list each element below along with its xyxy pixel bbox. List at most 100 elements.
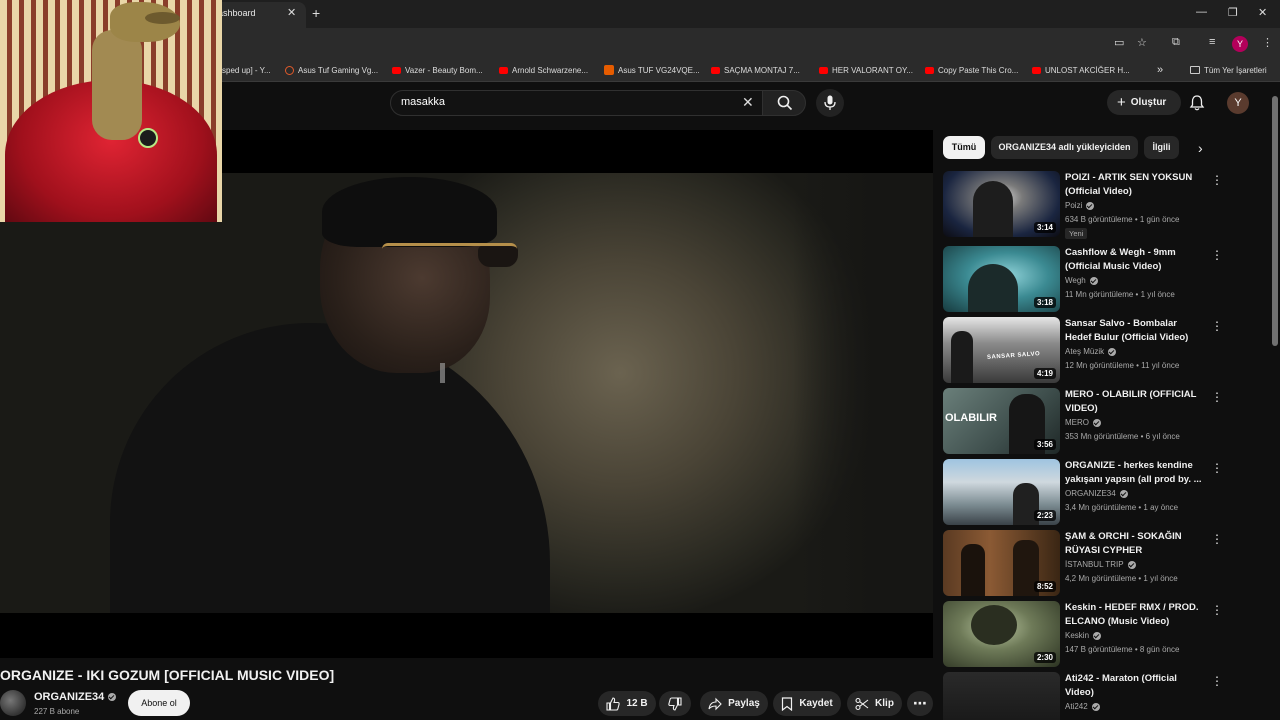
create-button[interactable]: + Oluştur bbox=[1107, 90, 1181, 115]
channel-avatar[interactable] bbox=[0, 690, 26, 716]
recommendation-channel[interactable]: İSTANBUL TRIP bbox=[1065, 560, 1136, 569]
bookmark-star-icon[interactable]: ☆ bbox=[1137, 36, 1147, 49]
video-thumbnail[interactable]: 3:14 bbox=[943, 171, 1060, 237]
recommendation-meta: 4,2 Mn görüntüleme • 1 yıl önce bbox=[1065, 574, 1178, 583]
clip-button[interactable]: Klip bbox=[847, 691, 902, 716]
recommendation-title[interactable]: ŞAM & ORCHI - SOKAĞIN RÜYASI CYPHER bbox=[1065, 530, 1205, 558]
recommendation-title[interactable]: POIZI - ARTIK SEN YOKSUN (Official Video… bbox=[1065, 171, 1205, 199]
recommendation-channel[interactable]: ORGANIZE34 bbox=[1065, 489, 1128, 498]
thumbs-up-icon bbox=[606, 696, 621, 711]
recommendation-title[interactable]: Cashflow & Wegh - 9mm (Official Music Vi… bbox=[1065, 246, 1205, 274]
browser-profile-avatar[interactable]: Y bbox=[1232, 36, 1248, 52]
chip-all[interactable]: Tümü bbox=[943, 136, 985, 159]
window-close-icon[interactable]: ✕ bbox=[1258, 6, 1267, 19]
bookmark-item[interactable]: Copy Paste This Cro... bbox=[925, 63, 1018, 77]
voice-search-button[interactable] bbox=[816, 89, 844, 117]
recommendation-title[interactable]: ORGANIZE - herkes kendine yakışanı yapsı… bbox=[1065, 459, 1205, 487]
recommendation-title[interactable]: Ati242 - Maraton (Official Video) bbox=[1065, 672, 1205, 700]
bookmark-item[interactable]: UNLOST AKCİĞER H... bbox=[1032, 63, 1130, 77]
new-tab-icon[interactable]: + bbox=[312, 5, 320, 21]
bookmark-item[interactable]: Asus TUF VG24VQE... bbox=[604, 63, 700, 77]
verified-icon bbox=[1086, 201, 1095, 210]
video-thumbnail[interactable]: 3:18 bbox=[943, 246, 1060, 312]
thumbnail-text: SANSAR SALVO bbox=[986, 351, 1041, 361]
more-vertical-icon[interactable]: ⋮ bbox=[1211, 603, 1223, 617]
restore-icon[interactable]: ❐ bbox=[1228, 6, 1238, 19]
notifications-bell-icon[interactable] bbox=[1188, 94, 1206, 112]
all-bookmarks-button[interactable]: Tüm Yer İşaretleri bbox=[1190, 63, 1267, 77]
recommendation-item[interactable]: SANSAR SALVO 4:19 Sansar Salvo - Bombala… bbox=[943, 317, 1229, 387]
recommendation-item[interactable]: 8:52 ŞAM & ORCHI - SOKAĞIN RÜYASI CYPHER… bbox=[943, 530, 1229, 600]
like-count: 12 B bbox=[626, 698, 648, 709]
media-control-icon[interactable]: ≡ bbox=[1209, 36, 1215, 48]
extensions-icon[interactable]: ⧉ bbox=[1172, 36, 1180, 49]
verified-icon bbox=[1093, 631, 1102, 640]
plus-icon: + bbox=[1117, 94, 1126, 111]
bookmark-item[interactable]: Vazer - Beauty Bom... bbox=[392, 63, 483, 77]
bookmark-item[interactable]: Asus Tuf Gaming Vg... bbox=[285, 63, 378, 77]
recommendation-item[interactable]: 3:14 POIZI - ARTIK SEN YOKSUN (Official … bbox=[943, 171, 1229, 241]
more-actions-button[interactable]: ⋯ bbox=[907, 691, 933, 716]
video-thumbnail[interactable]: SANSAR SALVO 4:19 bbox=[943, 317, 1060, 383]
bookmarks-overflow-icon[interactable]: » bbox=[1157, 63, 1163, 77]
cast-icon[interactable]: ▭ bbox=[1114, 36, 1124, 49]
recommendation-title[interactable]: MERO - OLABILIR (OFFICIAL VIDEO) bbox=[1065, 388, 1205, 416]
tab-close-icon[interactable]: ✕ bbox=[287, 6, 296, 19]
bookmark-item[interactable]: Arnold Schwarzene... bbox=[499, 63, 588, 77]
recommendation-item[interactable]: 2:30 Keskin - HEDEF RMX / PROD. ELCANO (… bbox=[943, 601, 1229, 671]
more-vertical-icon[interactable]: ⋮ bbox=[1211, 173, 1223, 187]
share-button[interactable]: Paylaş bbox=[700, 691, 768, 716]
recommendation-meta: 3,4 Mn görüntüleme • 1 ay önce bbox=[1065, 503, 1179, 512]
clear-search-icon[interactable]: ✕ bbox=[742, 94, 754, 111]
recommendation-item[interactable]: 3:18 Cashflow & Wegh - 9mm (Official Mus… bbox=[943, 246, 1229, 316]
video-thumbnail[interactable]: OLABILIR 3:56 bbox=[943, 388, 1060, 454]
recommendation-item[interactable]: Ati242 - Maraton (Official Video) Ati242… bbox=[943, 672, 1229, 720]
subscribe-button[interactable]: Abone ol bbox=[128, 690, 190, 716]
video-thumbnail[interactable] bbox=[943, 672, 1060, 720]
recommendation-channel[interactable]: Ateş Müzik bbox=[1065, 347, 1117, 356]
more-vertical-icon[interactable]: ⋮ bbox=[1211, 319, 1223, 333]
channel-name[interactable]: ORGANIZE34 bbox=[34, 691, 117, 703]
recommendation-channel[interactable]: Keskin bbox=[1065, 631, 1102, 640]
bookmark-item[interactable]: SAÇMA MONTAJ 7... bbox=[711, 63, 800, 77]
bookmark-icon bbox=[782, 696, 793, 711]
chip-related[interactable]: İlgili bbox=[1144, 136, 1179, 159]
more-vertical-icon[interactable]: ⋮ bbox=[1211, 461, 1223, 475]
share-icon bbox=[708, 697, 722, 710]
more-vertical-icon[interactable]: ⋮ bbox=[1211, 674, 1223, 688]
recommendation-channel[interactable]: Ati242 bbox=[1065, 702, 1100, 711]
recommendation-item[interactable]: OLABILIR 3:56 MERO - OLABILIR (OFFICIAL … bbox=[943, 388, 1229, 458]
save-button[interactable]: Kaydet bbox=[773, 691, 841, 716]
chip-from-uploader[interactable]: ORGANIZE34 adlı yükleyiciden bbox=[991, 136, 1138, 159]
browser-menu-icon[interactable]: ⋮ bbox=[1262, 36, 1273, 49]
account-avatar[interactable]: Y bbox=[1227, 92, 1249, 114]
recommendation-item[interactable]: 2:23 ORGANIZE - herkes kendine yakışanı … bbox=[943, 459, 1229, 529]
video-thumbnail[interactable]: 2:23 bbox=[943, 459, 1060, 525]
verified-icon bbox=[1119, 489, 1128, 498]
search-button[interactable] bbox=[762, 90, 806, 116]
recommendation-channel[interactable]: MERO bbox=[1065, 418, 1101, 427]
video-thumbnail[interactable]: 8:52 bbox=[943, 530, 1060, 596]
bookmark-item[interactable]: HER VALORANT OY... bbox=[819, 63, 913, 77]
bookmark-item[interactable]: sped up] - Y... bbox=[222, 63, 271, 77]
more-vertical-icon[interactable]: ⋮ bbox=[1211, 390, 1223, 404]
recommendation-channel[interactable]: Poizi bbox=[1065, 201, 1095, 210]
recommendation-title[interactable]: Sansar Salvo - Bombalar Hedef Bulur (Off… bbox=[1065, 317, 1205, 345]
youtube-icon bbox=[499, 66, 508, 74]
recommendation-meta: 634 B görüntüleme • 1 gün önce bbox=[1065, 215, 1180, 224]
notebookcheck-icon bbox=[604, 65, 614, 75]
recommendation-title[interactable]: Keskin - HEDEF RMX / PROD. ELCANO (Music… bbox=[1065, 601, 1205, 629]
dislike-button[interactable] bbox=[659, 691, 691, 716]
chevron-right-icon[interactable]: › bbox=[1198, 140, 1203, 156]
more-vertical-icon[interactable]: ⋮ bbox=[1211, 532, 1223, 546]
video-thumbnail[interactable]: 2:30 bbox=[943, 601, 1060, 667]
page-scrollbar[interactable] bbox=[1272, 96, 1278, 346]
search-query-text: masakka bbox=[401, 96, 446, 108]
minimize-icon[interactable]: — bbox=[1196, 6, 1207, 18]
search-input[interactable] bbox=[390, 90, 763, 116]
more-vertical-icon[interactable]: ⋮ bbox=[1211, 248, 1223, 262]
youtube-icon bbox=[819, 66, 828, 74]
like-button[interactable]: 12 B bbox=[598, 691, 656, 716]
verified-icon bbox=[108, 693, 117, 701]
recommendation-channel[interactable]: Wegh bbox=[1065, 276, 1098, 285]
